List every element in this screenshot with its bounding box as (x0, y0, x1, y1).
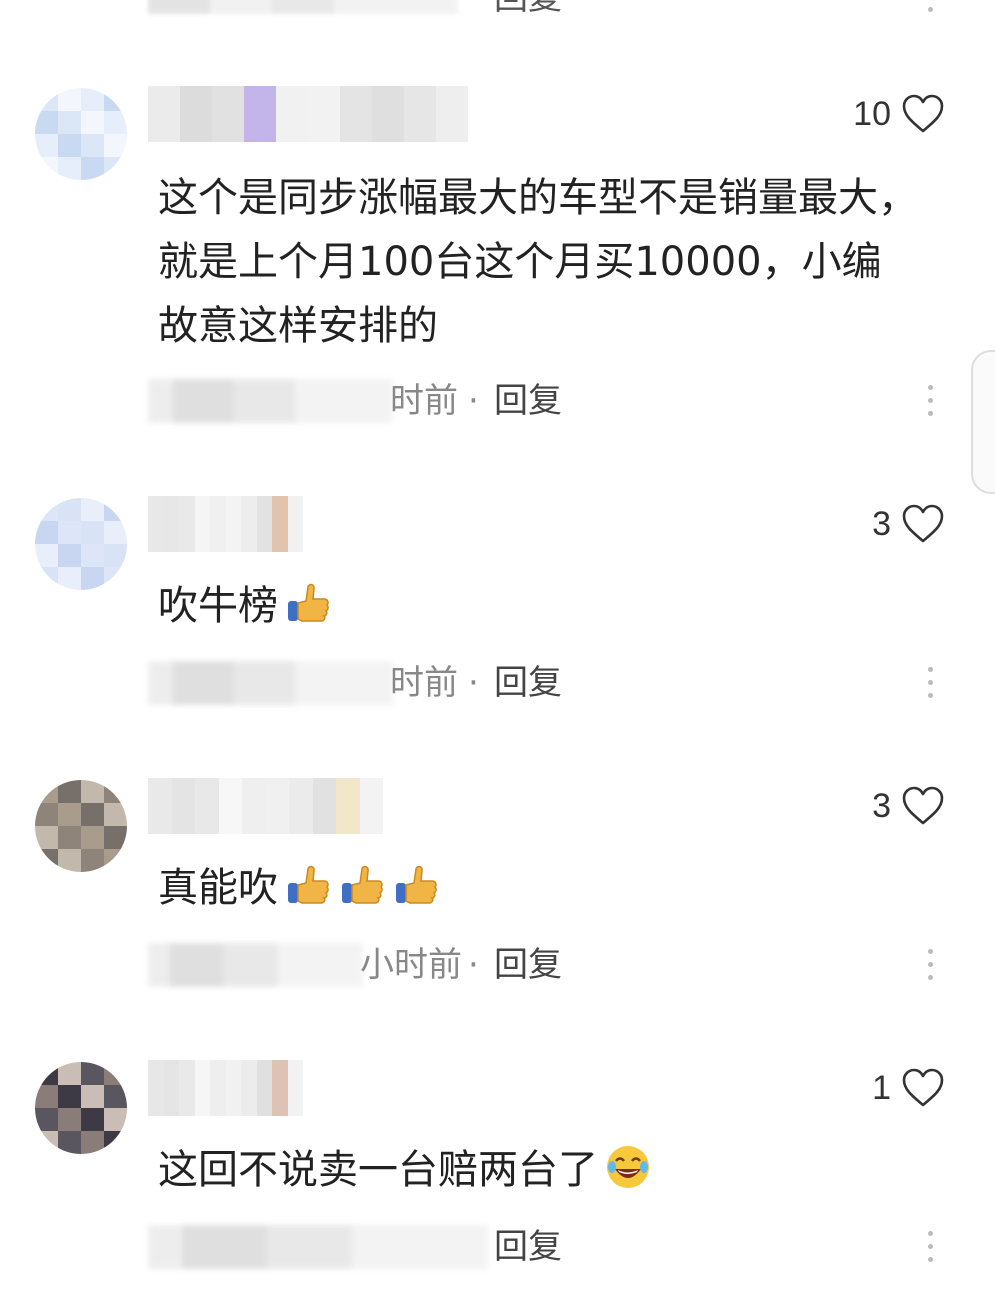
like-group[interactable]: 3 (872, 502, 945, 546)
avatar[interactable] (35, 780, 127, 872)
comment-time: 时前 (390, 381, 458, 421)
more-vertical-icon[interactable] (925, 382, 935, 422)
thumbs-up-emoji-icon (284, 861, 332, 909)
thumbs-up-emoji-icon (284, 579, 332, 627)
comment-meta: 时前 · 回复 (148, 661, 608, 705)
separator-dot: · (468, 945, 479, 985)
blurred-location (148, 943, 363, 987)
thumbs-up-emoji-icon (392, 861, 440, 909)
like-count: 3 (872, 504, 891, 543)
reply-button[interactable]: 回复 (494, 379, 562, 423)
avatar[interactable] (35, 498, 127, 590)
username-blurred[interactable] (148, 496, 303, 552)
comment-text: 真能吹 (158, 856, 918, 920)
reply-button[interactable]: 回复 (494, 661, 562, 705)
comment-text: 吹牛榜 (158, 574, 918, 638)
thumbs-up-emoji-icon (338, 861, 386, 909)
like-count: 1 (872, 1068, 891, 1107)
username-blurred[interactable] (148, 1060, 303, 1116)
separator-dot: · (468, 663, 479, 703)
separator-dot: · (468, 381, 479, 421)
more-vertical-icon[interactable] (925, 0, 935, 18)
laughing-tears-emoji-icon (604, 1143, 652, 1191)
reply-button[interactable]: 回复 (494, 943, 562, 987)
avatar[interactable] (35, 1062, 127, 1154)
like-group[interactable]: 1 (872, 1066, 945, 1110)
like-count: 3 (872, 786, 891, 825)
comment-text-content: 这回不说卖一台赔两台了 (158, 1147, 598, 1193)
comment-time: 时前 (390, 663, 458, 703)
like-count: 10 (853, 94, 891, 133)
heart-outline-icon[interactable] (901, 504, 945, 544)
comment-meta: 时前 · 回复 (148, 379, 608, 423)
heart-outline-icon[interactable] (901, 94, 945, 134)
reply-button[interactable]: 回复 (494, 0, 562, 18)
username-blurred[interactable] (148, 778, 383, 834)
comment-text-content: 吹牛榜 (158, 583, 278, 629)
more-vertical-icon[interactable] (925, 664, 935, 704)
previous-comment-meta: 回复 (0, 0, 995, 18)
comment-text-content: 真能吹 (158, 865, 278, 911)
reply-button[interactable]: 回复 (494, 1225, 562, 1269)
comment-text: 这个是同步涨幅最大的车型不是销量最大，就是上个月100台这个月买10000，小编… (158, 175, 918, 349)
side-scroll-handle[interactable] (971, 350, 995, 494)
comment-text: 这回不说卖一台赔两台了 (158, 1138, 918, 1202)
comment-meta: 小时前 · 回复 (148, 943, 608, 987)
blurred-location (148, 661, 393, 705)
blurred-meta (148, 0, 458, 14)
username-blurred[interactable] (148, 86, 468, 142)
avatar[interactable] (35, 88, 127, 180)
heart-outline-icon[interactable] (901, 1068, 945, 1108)
heart-outline-icon[interactable] (901, 786, 945, 826)
like-group[interactable]: 10 (853, 92, 945, 136)
blurred-location (148, 1225, 488, 1269)
comment-time: 小时前 (360, 945, 462, 985)
more-vertical-icon[interactable] (925, 1228, 935, 1268)
more-vertical-icon[interactable] (925, 946, 935, 986)
like-group[interactable]: 3 (872, 784, 945, 828)
blurred-location (148, 379, 393, 423)
comment-meta: 回复 (148, 1225, 608, 1269)
